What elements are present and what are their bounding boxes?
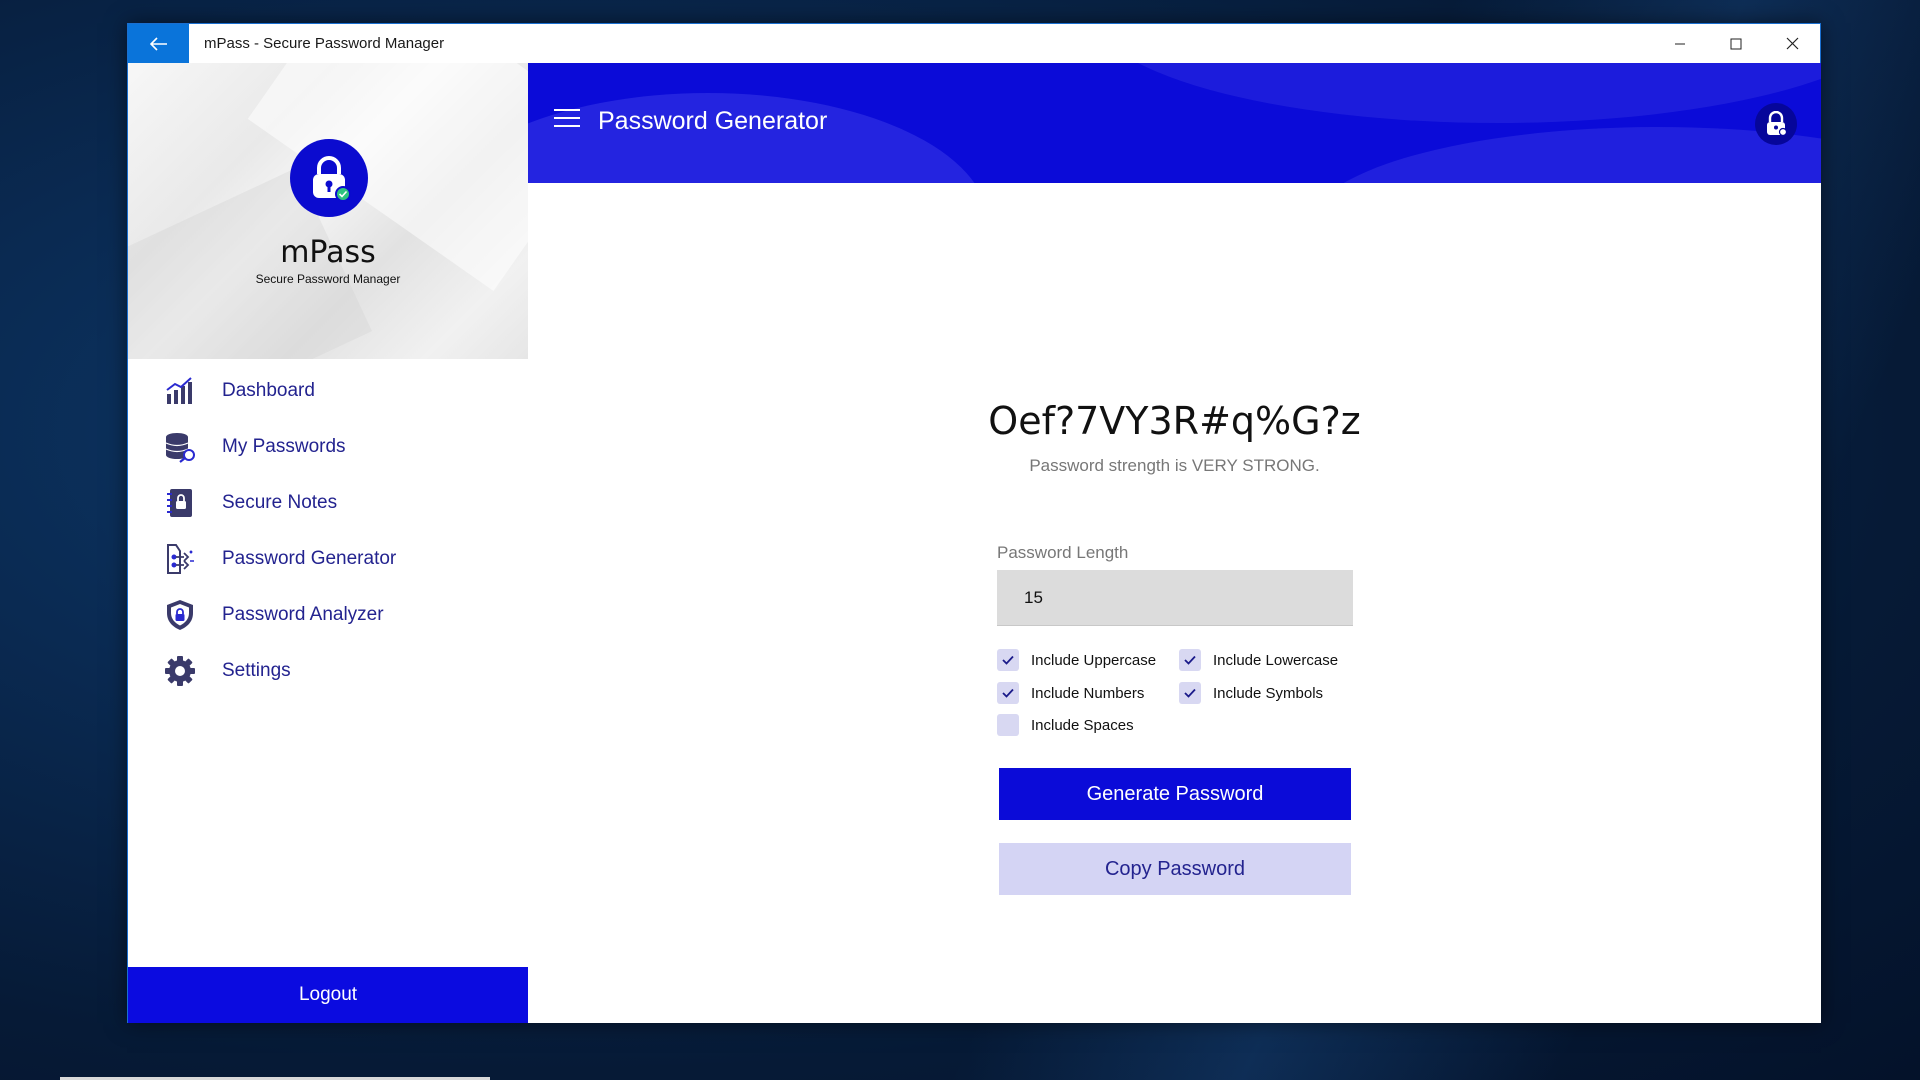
page-title: Password Generator: [598, 107, 828, 135]
app-logo: [290, 139, 368, 217]
include-spaces-checkbox[interactable]: Include Spaces: [997, 714, 1134, 736]
hamburger-menu-button[interactable]: [554, 109, 580, 131]
gear-icon: [165, 656, 195, 686]
checkbox-label: Include Lowercase: [1213, 651, 1339, 669]
maximize-icon: [1730, 38, 1742, 49]
include-lowercase-checkbox[interactable]: Include Lowercase: [1179, 649, 1338, 671]
window-controls: [1652, 24, 1820, 63]
header-bar: Password Generator: [528, 63, 1821, 183]
checkbox-label: Include Numbers: [1031, 684, 1145, 702]
back-button[interactable]: [128, 24, 189, 63]
minimize-icon: [1675, 43, 1685, 44]
sidebar-item-label: My Passwords: [222, 436, 346, 457]
checkbox-box: [1179, 649, 1201, 671]
sidebar-item-dashboard[interactable]: Dashboard: [128, 363, 528, 419]
include-numbers-checkbox[interactable]: Include Numbers: [997, 682, 1144, 704]
checkmark-icon: [1002, 655, 1014, 665]
minimize-button[interactable]: [1652, 24, 1708, 63]
sidebar: mPass Secure Password Manager Dashboard: [128, 63, 528, 1023]
lock-icon: [1767, 111, 1788, 137]
checkbox-label: Include Spaces: [1031, 716, 1134, 734]
close-icon: [1786, 37, 1798, 50]
sidebar-item-label: Secure Notes: [222, 492, 338, 513]
include-symbols-checkbox[interactable]: Include Symbols: [1179, 682, 1323, 704]
arrow-left-icon: [149, 36, 167, 51]
app-subtitle: Secure Password Manager: [255, 272, 401, 286]
close-button[interactable]: [1764, 24, 1820, 63]
database-key-icon: [165, 433, 195, 463]
maximize-button[interactable]: [1708, 24, 1764, 63]
app-name: mPass: [280, 235, 376, 270]
checkmark-icon: [1184, 655, 1196, 665]
main-content: Password Generator Oef?7VY3R#q%G?z Passw…: [528, 63, 1821, 1023]
sidebar-item-settings[interactable]: Settings: [128, 643, 528, 699]
password-length-input[interactable]: [997, 570, 1353, 626]
sidebar-item-label: Password Generator: [222, 548, 397, 569]
shield-lock-icon: [167, 600, 193, 630]
generator-icon: [167, 544, 194, 574]
sidebar-item-my-passwords[interactable]: My Passwords: [128, 419, 528, 475]
checkbox-label: Include Symbols: [1213, 684, 1324, 702]
checkbox-box: [997, 682, 1019, 704]
chart-icon: [166, 377, 192, 404]
sidebar-item-password-generator[interactable]: Password Generator: [128, 531, 528, 587]
sidebar-header: mPass Secure Password Manager: [128, 63, 528, 359]
checkbox-box: [1179, 682, 1201, 704]
lock-button[interactable]: [1755, 103, 1797, 145]
sidebar-item-label: Password Analyzer: [222, 604, 384, 625]
notebook-lock-icon: [167, 489, 192, 517]
password-length-label: Password Length: [997, 543, 1129, 562]
sidebar-nav: Dashboard My Passwords Secure Notes Pass…: [128, 363, 528, 699]
sidebar-item-password-analyzer[interactable]: Password Analyzer: [128, 587, 528, 643]
password-strength-text: Password strength is VERY STRONG.: [1029, 456, 1320, 475]
checkbox-label: Include Uppercase: [1031, 651, 1157, 669]
checkbox-box: [997, 714, 1019, 736]
generated-password: Oef?7VY3R#q%G?z: [988, 399, 1361, 443]
checkbox-box: [997, 649, 1019, 671]
window-title: mPass - Secure Password Manager: [204, 35, 445, 52]
sidebar-item-label: Dashboard: [222, 380, 315, 401]
app-window: mPass - Secure Password Manager mPass Se…: [127, 23, 1821, 1023]
copy-password-button[interactable]: Copy Password: [999, 843, 1351, 895]
logout-button[interactable]: Logout: [128, 967, 528, 1023]
generate-password-button[interactable]: Generate Password: [999, 768, 1351, 820]
title-bar: mPass - Secure Password Manager: [128, 24, 1820, 63]
sidebar-item-label: Settings: [222, 660, 291, 681]
sidebar-item-secure-notes[interactable]: Secure Notes: [128, 475, 528, 531]
checkmark-icon: [1184, 688, 1196, 698]
checkmark-icon: [1002, 688, 1014, 698]
lock-logo-icon: [313, 156, 351, 202]
include-uppercase-checkbox[interactable]: Include Uppercase: [997, 649, 1156, 671]
